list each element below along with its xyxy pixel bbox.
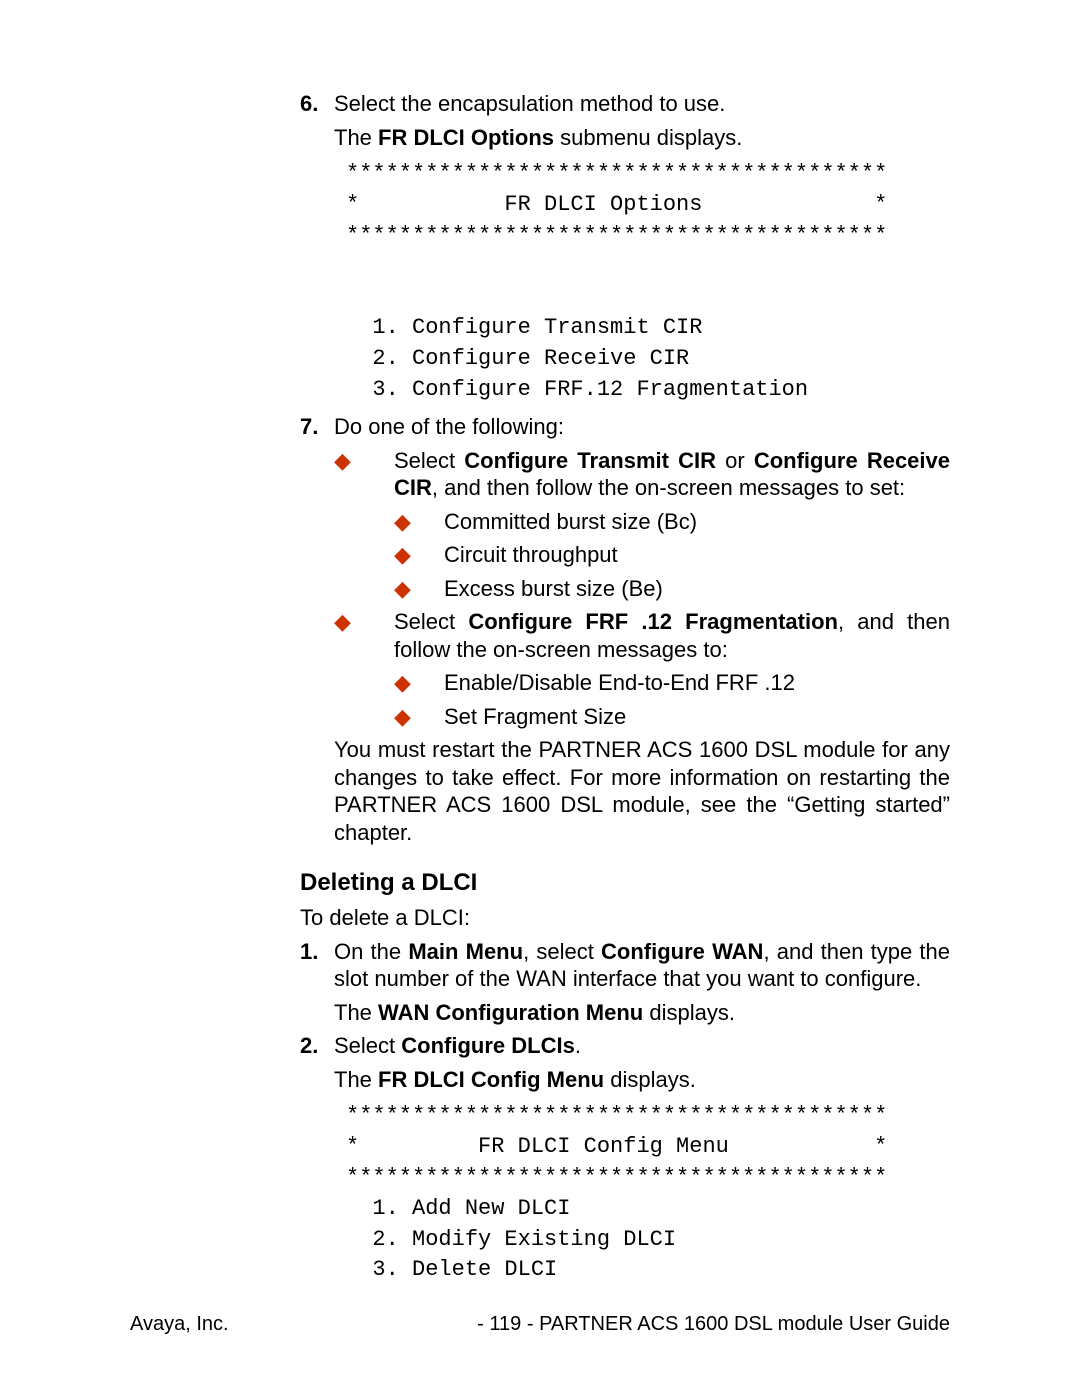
footer-center: - 119 - PARTNER ACS 1600 DSL module User… — [477, 1312, 950, 1337]
diamond-icon: ◆ — [334, 608, 394, 663]
list-item: ◆ Circuit throughput — [394, 541, 950, 569]
del-step-2-marker: 2. — [300, 1032, 334, 1294]
del-step-1-marker: 1. — [300, 938, 334, 1027]
step-7-bullet-1-subs: ◆ Committed burst size (Bc) ◆ Circuit th… — [394, 508, 950, 603]
step-6-line2: The FR DLCI Options submenu displays. — [334, 124, 950, 152]
step-7-bullet-1: ◆ Select Configure Transmit CIR or Confi… — [334, 447, 950, 502]
list-item: ◆ Set Fragment Size — [394, 703, 950, 731]
step-7-intro: Do one of the following: — [334, 413, 950, 441]
del-step-1-line1: On the Main Menu, select Configure WAN, … — [334, 938, 950, 993]
step-7-body: Do one of the following: ◆ Select Config… — [334, 413, 950, 846]
step-7-marker: 7. — [300, 413, 334, 846]
main-column: 6. Select the encapsulation method to us… — [300, 90, 950, 846]
diamond-icon: ◆ — [394, 541, 444, 569]
section-intro: To delete a DLCI: — [300, 904, 950, 932]
step-7-bullet-1-text: Select Configure Transmit CIR or Configu… — [394, 447, 950, 502]
del-step-2-terminal: ****************************************… — [346, 1101, 950, 1286]
del-step-2-line1: Select Configure DLCIs. — [334, 1032, 950, 1060]
step-7: 7. Do one of the following: ◆ Select Con… — [300, 413, 950, 846]
del-step-2: 2. Select Configure DLCIs. The FR DLCI C… — [300, 1032, 950, 1294]
diamond-icon: ◆ — [394, 508, 444, 536]
step-7-bullet-2-text: Select Configure FRF .12 Fragmentation, … — [394, 608, 950, 663]
footer-left: Avaya, Inc. — [130, 1312, 229, 1337]
list-item: ◆ Excess burst size (Be) — [394, 575, 950, 603]
heading-deleting-a-dlci: Deleting a DLCI — [300, 868, 950, 898]
del-step-1-line2: The WAN Configuration Menu displays. — [334, 999, 950, 1027]
step-6: 6. Select the encapsulation method to us… — [300, 90, 950, 413]
step-6-marker: 6. — [300, 90, 334, 413]
diamond-icon: ◆ — [334, 447, 394, 502]
step-6-terminal: ****************************************… — [346, 159, 950, 405]
step-7-bullet-2: ◆ Select Configure FRF .12 Fragmentation… — [334, 608, 950, 663]
diamond-icon: ◆ — [394, 669, 444, 697]
diamond-icon: ◆ — [394, 703, 444, 731]
section-body: To delete a DLCI: 1. On the Main Menu, s… — [300, 904, 950, 1294]
del-step-2-body: Select Configure DLCIs. The FR DLCI Conf… — [334, 1032, 950, 1294]
list-item: ◆ Committed burst size (Bc) — [394, 508, 950, 536]
del-step-2-line2: The FR DLCI Config Menu displays. — [334, 1066, 950, 1094]
list-item: ◆ Enable/Disable End-to-End FRF .12 — [394, 669, 950, 697]
step-6-body: Select the encapsulation method to use. … — [334, 90, 950, 413]
del-step-1-body: On the Main Menu, select Configure WAN, … — [334, 938, 950, 1027]
step-6-line1: Select the encapsulation method to use. — [334, 90, 950, 118]
diamond-icon: ◆ — [394, 575, 444, 603]
page-footer: Avaya, Inc. - 119 - PARTNER ACS 1600 DSL… — [130, 1312, 950, 1337]
step-7-tail: You must restart the PARTNER ACS 1600 DS… — [334, 736, 950, 846]
step-7-bullet-2-subs: ◆ Enable/Disable End-to-End FRF .12 ◆ Se… — [394, 669, 950, 730]
page-content: 6. Select the encapsulation method to us… — [130, 90, 950, 1237]
del-step-1: 1. On the Main Menu, select Configure WA… — [300, 938, 950, 1027]
